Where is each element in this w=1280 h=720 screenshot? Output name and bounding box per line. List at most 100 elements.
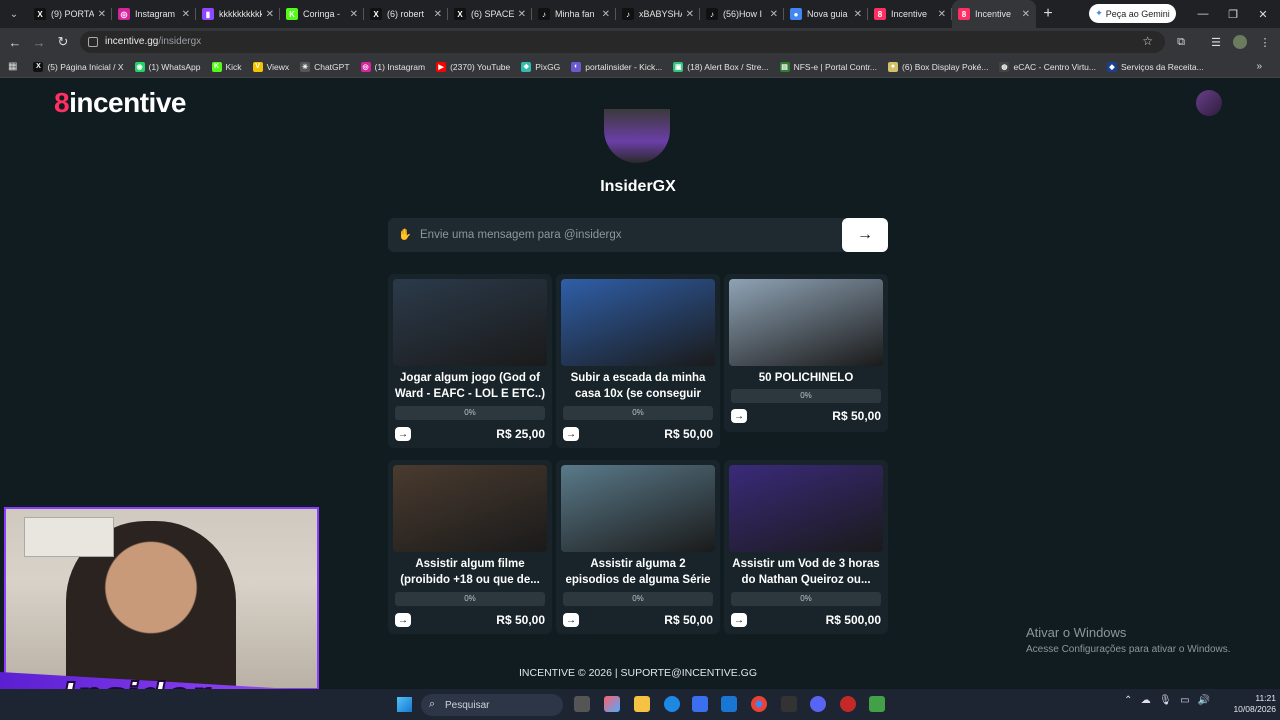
- close-tab-icon[interactable]: ✕: [602, 9, 610, 20]
- minimize-button[interactable]: —: [1188, 0, 1218, 28]
- bookmark-item[interactable]: ▶ (2370) YouTube: [436, 61, 510, 72]
- browser-tab[interactable]: X (6) SPACE ✕: [448, 0, 532, 28]
- tab-title: (56)How I: [723, 9, 763, 19]
- close-tab-icon[interactable]: ✕: [350, 9, 358, 20]
- bookmark-item[interactable]: V Viewx: [252, 61, 289, 72]
- obs-icon[interactable]: [840, 696, 856, 712]
- close-window-button[interactable]: ✕: [1248, 0, 1278, 28]
- close-tab-icon[interactable]: ✕: [182, 9, 190, 20]
- maximize-button[interactable]: ❐: [1218, 0, 1248, 28]
- close-tab-icon[interactable]: ✕: [938, 9, 946, 20]
- bookmark-item[interactable]: X (5) Página Inicial / X: [33, 61, 124, 72]
- task-view-icon[interactable]: [574, 696, 590, 712]
- bookmark-item[interactable]: ◍ eCAC - Centro Virtu...: [999, 61, 1096, 72]
- bookmark-item[interactable]: K Kick: [211, 61, 242, 72]
- gemini-button[interactable]: ✦ Peça ao Gemini: [1089, 4, 1176, 23]
- profile-icon[interactable]: [1233, 35, 1247, 49]
- browser-tab[interactable]: ▮ kkkkkkkkkk ✕: [196, 0, 280, 28]
- user-avatar[interactable]: [1196, 90, 1222, 116]
- arrow-right-icon[interactable]: →: [731, 409, 747, 423]
- bookmark-item[interactable]: ◆ Serviços da Receita...: [1107, 61, 1204, 72]
- footer[interactable]: INCENTIVE © 2026 | SUPORTE@INCENTIVE.GG: [440, 667, 836, 679]
- bookmark-item[interactable]: ▣ (18) Alert Box / Stre...: [673, 61, 769, 72]
- tab-search-menu-icon[interactable]: ☰: [1209, 35, 1223, 49]
- card-image: [729, 279, 883, 366]
- browser-tab[interactable]: K Coringa - ✕: [280, 0, 364, 28]
- apps-grid-icon[interactable]: ▦: [8, 61, 17, 72]
- incentive-card[interactable]: Jogar algum jogo (God of Ward - EAFC - L…: [388, 274, 552, 448]
- extensions-icon[interactable]: ⧉: [1174, 35, 1188, 49]
- start-button-icon[interactable]: [397, 697, 412, 712]
- browser-tab[interactable]: ● Nova guia ✕: [784, 0, 868, 28]
- site-info-icon[interactable]: [88, 37, 98, 47]
- browser-tab[interactable]: 8 Incentive ✕: [952, 0, 1036, 28]
- progress-label: 0%: [632, 594, 644, 603]
- back-button[interactable]: ←: [6, 33, 24, 51]
- incentive-card[interactable]: Assistir algum filme (proibido +18 ou qu…: [388, 460, 552, 634]
- bookmark-star-icon[interactable]: ☆: [1142, 34, 1153, 48]
- arrow-right-icon[interactable]: →: [731, 613, 747, 627]
- bookmark-item[interactable]: ❖ PixGG: [521, 61, 560, 72]
- close-tab-icon[interactable]: ✕: [434, 9, 442, 20]
- card-price: R$ 50,00: [664, 427, 713, 441]
- browser-tab[interactable]: ♪ (56)How I ✕: [700, 0, 784, 28]
- incentive-card[interactable]: Assistir um Vod de 3 horas do Nathan Que…: [724, 460, 888, 634]
- bookmark-item[interactable]: ◐ portalinsider - Kick...: [571, 61, 662, 72]
- close-tab-icon[interactable]: ✕: [686, 9, 694, 20]
- mail-icon[interactable]: [721, 696, 737, 712]
- tab-title: (6) SPACE: [471, 9, 514, 19]
- browser-tab[interactable]: ♪ xBABYSHA ✕: [616, 0, 700, 28]
- edge-icon[interactable]: [664, 696, 680, 712]
- browser-tab[interactable]: X (9) PORTAL ✕: [28, 0, 112, 28]
- arrow-right-icon[interactable]: →: [395, 613, 411, 627]
- capcut-icon[interactable]: [781, 696, 797, 712]
- bookmarks-overflow-icon[interactable]: »: [1256, 61, 1262, 72]
- bookmark-item[interactable]: ● (6) Box Display Poké...: [888, 61, 988, 72]
- browser-tab[interactable]: 8 Incentive ✕: [868, 0, 952, 28]
- chrome-icon[interactable]: [751, 696, 767, 712]
- send-message-button[interactable]: →: [842, 218, 888, 252]
- bookmark-item[interactable]: ◎ (1) Instagram: [360, 61, 425, 72]
- arrow-right-icon[interactable]: →: [563, 427, 579, 441]
- bookmark-item[interactable]: ✳ ChatGPT: [300, 61, 350, 72]
- store-icon[interactable]: [692, 696, 708, 712]
- bookmark-favicon-icon: ◉: [134, 61, 145, 72]
- incentive-card[interactable]: Subir a escada da minha casa 10x (se con…: [556, 274, 720, 448]
- bookmark-favicon-icon: ◎: [360, 61, 371, 72]
- progress-label: 0%: [464, 594, 476, 603]
- clock[interactable]: 11:21 10/08/2026: [1220, 693, 1276, 715]
- progress-label: 0%: [632, 408, 644, 417]
- discord-icon[interactable]: [810, 696, 826, 712]
- bookmark-item[interactable]: ◉ (1) WhatsApp: [134, 61, 201, 72]
- message-input[interactable]: [420, 225, 830, 245]
- arrow-right-icon[interactable]: →: [563, 613, 579, 627]
- system-tray[interactable]: ⌃ ☁ 🎙 ▭ 🔊: [1124, 695, 1210, 706]
- new-tab-button[interactable]: +: [1036, 5, 1060, 23]
- reload-button[interactable]: ↻: [54, 33, 72, 51]
- close-tab-icon[interactable]: ✕: [518, 9, 526, 20]
- forward-button[interactable]: →: [30, 33, 48, 51]
- card-price: R$ 25,00: [496, 427, 545, 441]
- browser-tab[interactable]: ◎ Instagram ✕: [112, 0, 196, 28]
- profile-picture: [604, 109, 670, 163]
- menu-kebab-icon[interactable]: ⋮: [1258, 35, 1272, 49]
- incentive-card[interactable]: Assistir alguma 2 episodios de alguma Sé…: [556, 460, 720, 634]
- close-tab-icon[interactable]: ✕: [98, 9, 106, 20]
- address-bar[interactable]: incentive.gg/insidergx ☆: [80, 31, 1165, 53]
- incentive-card[interactable]: 50 POLICHINELO 0% → R$ 50,00: [724, 274, 888, 432]
- close-tab-icon[interactable]: ✕: [770, 9, 778, 20]
- close-tab-icon[interactable]: ✕: [1022, 9, 1030, 20]
- bookmark-item[interactable]: ▤ NFS-e | Portal Contr...: [779, 61, 877, 72]
- tab-search-icon[interactable]: ⌄: [0, 0, 28, 28]
- taskbar-search[interactable]: ⌕ Pesquisar: [421, 694, 563, 716]
- arrow-right-icon[interactable]: →: [395, 427, 411, 441]
- close-tab-icon[interactable]: ✕: [266, 9, 274, 20]
- notepad-icon[interactable]: [869, 696, 885, 712]
- card-title: Jogar algum jogo (God of Ward - EAFC - L…: [394, 372, 546, 400]
- close-tab-icon[interactable]: ✕: [854, 9, 862, 20]
- browser-tab[interactable]: ♪ Minha fan ✕: [532, 0, 616, 28]
- copilot-icon[interactable]: [604, 696, 620, 712]
- file-explorer-icon[interactable]: [634, 696, 650, 712]
- browser-tab[interactable]: X (6) robert ✕: [364, 0, 448, 28]
- incentive-logo[interactable]: 8incentive: [54, 87, 186, 119]
